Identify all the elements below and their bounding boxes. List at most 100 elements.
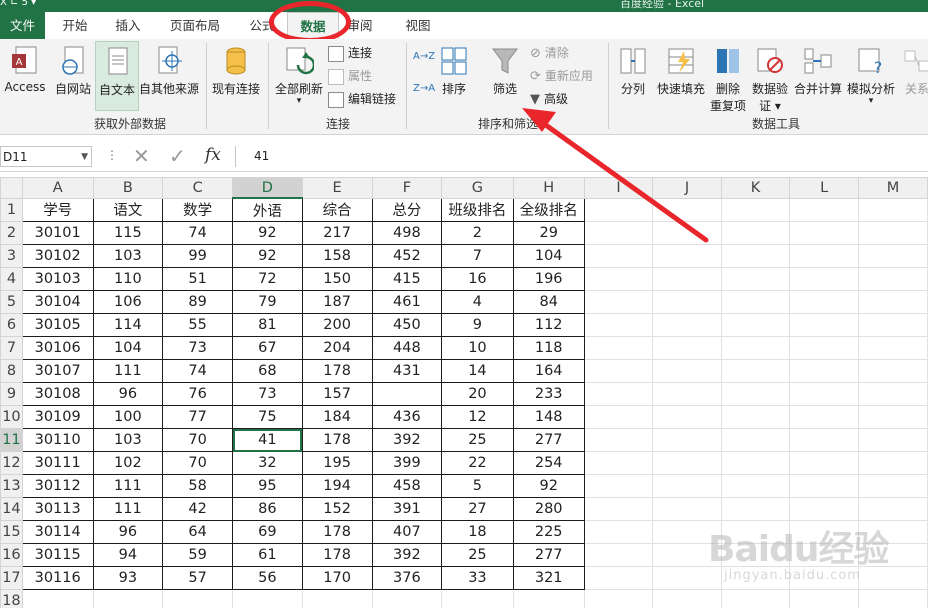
row-header[interactable]: 7 [0, 336, 23, 360]
cell-l5[interactable] [789, 290, 860, 314]
consolidate-button[interactable]: 合并计算 [792, 45, 844, 97]
cell-j14[interactable] [652, 497, 722, 521]
cell-e7[interactable]: 204 [301, 336, 373, 360]
name-box[interactable]: D11 ▼ [0, 146, 92, 167]
column-header-f[interactable]: F [371, 177, 443, 199]
row-header[interactable]: 13 [0, 474, 23, 498]
cell-i3[interactable] [583, 244, 654, 268]
cell-b13[interactable]: 111 [92, 474, 164, 498]
cell-d14[interactable]: 86 [232, 497, 303, 521]
cell-a17[interactable]: 30116 [21, 566, 94, 590]
cell-k3[interactable] [720, 244, 791, 268]
sort-ascending-button[interactable]: A→Z [413, 47, 435, 67]
cell-j10[interactable] [652, 405, 722, 429]
row-header[interactable]: 11 [0, 428, 23, 452]
cell-f4[interactable]: 415 [371, 267, 443, 291]
cell-e2[interactable]: 217 [301, 221, 373, 245]
cell-j13[interactable] [652, 474, 722, 498]
select-all-corner[interactable] [0, 177, 23, 199]
cell-j7[interactable] [652, 336, 722, 360]
cell-e16[interactable]: 178 [301, 543, 373, 567]
cell-a2[interactable]: 30101 [21, 221, 94, 245]
from-other-sources-button[interactable]: 自其他来源 [138, 45, 200, 97]
row-header[interactable]: 4 [0, 267, 23, 291]
cell-i12[interactable] [583, 451, 654, 475]
cell-c17[interactable]: 57 [162, 566, 234, 590]
cell-c14[interactable]: 42 [162, 497, 234, 521]
cell-g15[interactable]: 18 [441, 520, 514, 544]
column-header-i[interactable]: I [583, 177, 654, 199]
cell-a10[interactable]: 30109 [21, 405, 94, 429]
cell-f6[interactable]: 450 [371, 313, 443, 337]
cell-e18[interactable] [301, 589, 373, 608]
cell-i8[interactable] [583, 359, 654, 383]
cell-l13[interactable] [789, 474, 860, 498]
row-header[interactable]: 6 [0, 313, 23, 337]
cell-k2[interactable] [720, 221, 791, 245]
cell-c18[interactable] [162, 589, 234, 608]
cell-e11[interactable]: 178 [301, 428, 373, 452]
cell-g8[interactable]: 14 [441, 359, 514, 383]
cell-b7[interactable]: 104 [92, 336, 164, 360]
cell-b8[interactable]: 111 [92, 359, 164, 383]
cell-l6[interactable] [789, 313, 860, 337]
cell-d16[interactable]: 61 [232, 543, 303, 567]
cell-l1[interactable] [789, 197, 860, 222]
cell-e15[interactable]: 178 [301, 520, 373, 544]
cell-f14[interactable]: 391 [371, 497, 443, 521]
cell-m9[interactable] [858, 382, 928, 406]
cell-f3[interactable]: 452 [371, 244, 443, 268]
cell-d15[interactable]: 69 [232, 520, 303, 544]
cell-e14[interactable]: 152 [301, 497, 373, 521]
cell-a16[interactable]: 30115 [21, 543, 94, 567]
cell-j3[interactable] [652, 244, 722, 268]
cell-i10[interactable] [583, 405, 654, 429]
row-header[interactable]: 2 [0, 221, 23, 245]
cell-d12[interactable]: 32 [232, 451, 303, 475]
column-header-b[interactable]: B [92, 177, 164, 199]
cell-j11[interactable] [652, 428, 722, 452]
cell-h7[interactable]: 118 [512, 336, 585, 360]
cell-g1[interactable]: 班级排名 [441, 197, 514, 222]
cell-k5[interactable] [720, 290, 791, 314]
cell-b10[interactable]: 100 [92, 405, 164, 429]
from-web-button[interactable]: 自网站 [52, 45, 94, 97]
cell-f7[interactable]: 448 [371, 336, 443, 360]
cell-h12[interactable]: 254 [512, 451, 585, 475]
row-header[interactable]: 14 [0, 497, 23, 521]
clear-filter-button[interactable]: ⊘ 清除 [530, 43, 569, 63]
cell-e13[interactable]: 194 [301, 474, 373, 498]
cell-i7[interactable] [583, 336, 654, 360]
cell-e1[interactable]: 综合 [301, 197, 373, 222]
cell-k10[interactable] [720, 405, 791, 429]
cell-k14[interactable] [720, 497, 791, 521]
cell-g14[interactable]: 27 [441, 497, 514, 521]
cell-c7[interactable]: 73 [162, 336, 234, 360]
cell-m1[interactable] [858, 197, 928, 222]
cell-a6[interactable]: 30105 [21, 313, 94, 337]
column-header-c[interactable]: C [162, 177, 234, 199]
cancel-icon[interactable]: ✕ [133, 144, 150, 168]
cell-c2[interactable]: 74 [162, 221, 234, 245]
cell-d2[interactable]: 92 [232, 221, 303, 245]
tab-insert[interactable]: 插入 [104, 12, 152, 39]
cell-c1[interactable]: 数学 [162, 197, 234, 222]
connections-button[interactable]: 连接 [328, 43, 372, 63]
cell-f10[interactable]: 436 [371, 405, 443, 429]
cell-f15[interactable]: 407 [371, 520, 443, 544]
cell-h4[interactable]: 196 [512, 267, 585, 291]
cell-l8[interactable] [789, 359, 860, 383]
refresh-all-button[interactable]: 全部刷新 ▾ [272, 45, 326, 106]
tab-home[interactable]: 开始 [52, 12, 98, 39]
cell-j2[interactable] [652, 221, 722, 245]
relationships-button[interactable]: 关系 [900, 45, 928, 97]
column-header-e[interactable]: E [301, 177, 373, 199]
cell-j9[interactable] [652, 382, 722, 406]
properties-button[interactable]: 属性 [328, 66, 372, 86]
cell-g2[interactable]: 2 [441, 221, 514, 245]
cell-a3[interactable]: 30102 [21, 244, 94, 268]
cell-f2[interactable]: 498 [371, 221, 443, 245]
cell-f16[interactable]: 392 [371, 543, 443, 567]
cell-g11[interactable]: 25 [441, 428, 514, 452]
existing-connections-button[interactable]: 现有连接 [208, 45, 264, 97]
